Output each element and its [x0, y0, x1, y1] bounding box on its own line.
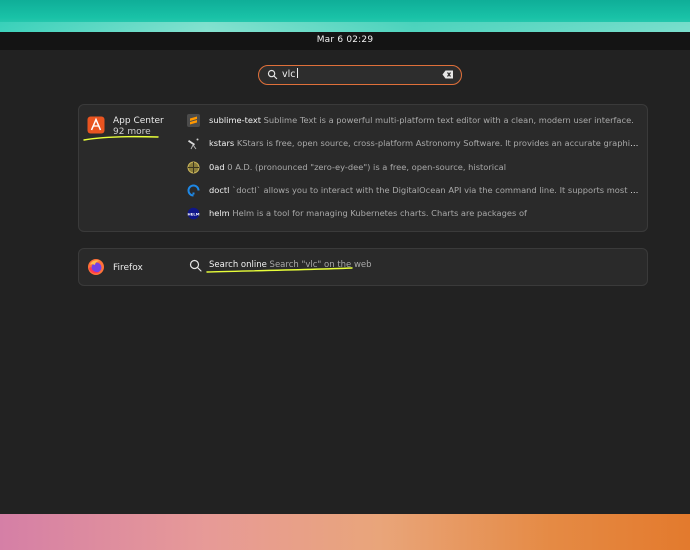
wallpaper-bottom	[0, 514, 690, 550]
result-name: kstars	[209, 138, 235, 148]
result-description: Search "vlc" on the web	[269, 260, 372, 270]
app-center-results-card: App Center 92 more sublime-text Sublime …	[78, 104, 648, 232]
search-icon	[267, 69, 278, 80]
result-name: helm	[209, 208, 230, 218]
result-description: Helm is a tool for managing Kubernetes c…	[232, 208, 527, 218]
result-text: Search online Search "vlc" on the web	[209, 260, 372, 270]
provider-name: App Center	[113, 116, 164, 126]
firefox-icon	[88, 259, 104, 275]
search-input[interactable]: vlc	[282, 68, 298, 80]
result-row[interactable]: 0ad 0 A.D. (pronounced "zero-ey-dee") is…	[187, 160, 642, 176]
search-query: vlc	[282, 69, 296, 80]
result-row[interactable]: sublime-text Sublime Text is a powerful …	[187, 113, 642, 129]
result-description: KStars is free, open source, cross-platf…	[236, 138, 641, 148]
top-bar: Mar 6 02:29	[0, 32, 690, 50]
result-row[interactable]: HELM helm Helm is a tool for managing Ku…	[187, 206, 642, 222]
result-name: sublime-text	[209, 115, 262, 125]
result-name: Search online	[209, 260, 267, 270]
telescope-icon	[188, 138, 199, 150]
result-text: 0ad 0 A.D. (pronounced "zero-ey-dee") is…	[209, 162, 641, 172]
0ad-icon	[187, 161, 200, 174]
digitalocean-icon	[187, 184, 200, 197]
svg-text:HELM: HELM	[188, 211, 200, 216]
helm-icon: HELM	[188, 207, 200, 220]
wallpaper-glow	[0, 22, 690, 32]
clear-search-icon[interactable]	[442, 69, 454, 80]
result-name: 0ad	[209, 162, 225, 172]
search-field[interactable]: vlc	[258, 65, 462, 85]
result-description: 0 A.D. (pronounced "zero-ey-dee") is a f…	[227, 162, 507, 172]
web-search-result[interactable]: Search online Search "vlc" on the web	[189, 258, 489, 274]
result-text: helm Helm is a tool for managing Kuberne…	[209, 208, 641, 218]
result-text: sublime-text Sublime Text is a powerful …	[209, 115, 641, 125]
result-text: kstars KStars is free, open source, cros…	[209, 138, 641, 148]
text-caret	[296, 68, 298, 78]
result-description: `doctl` allows you to interact with the …	[232, 185, 641, 195]
result-name: doctl	[209, 185, 230, 195]
clock[interactable]: Mar 6 02:29	[0, 35, 690, 45]
result-text: doctl `doctl` allows you to interact wit…	[209, 185, 641, 195]
provider-more-count[interactable]: 92 more	[113, 127, 151, 137]
result-row[interactable]: kstars KStars is free, open source, cros…	[187, 136, 642, 152]
search-icon	[189, 259, 202, 272]
sublime-icon	[187, 114, 200, 127]
app-center-icon	[87, 116, 105, 134]
provider-name: Firefox	[113, 263, 143, 273]
result-description: Sublime Text is a powerful multi-platfor…	[263, 115, 634, 125]
wallpaper-top	[0, 0, 690, 32]
result-row[interactable]: doctl `doctl` allows you to interact wit…	[187, 183, 642, 199]
firefox-results-card: Firefox Search online Search "vlc" on th…	[78, 248, 648, 286]
